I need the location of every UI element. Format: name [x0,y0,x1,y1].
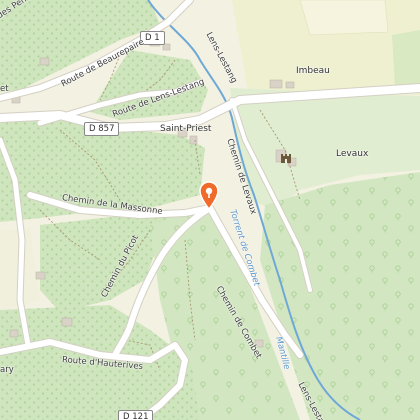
label-left-edge-bottom: ary [0,365,14,375]
place-imbeau: Imbeau [296,66,330,76]
road-shield-d121: D 121 [118,410,154,420]
field-ne [299,0,389,36]
field-east [392,30,420,90]
map-view[interactable]: D 1 D 857 D 121 des Pens et Route de Bea… [0,0,420,420]
location-pin-icon[interactable] [198,181,220,210]
road-shield-d857: D 857 [84,122,120,136]
place-levaux: Levaux [336,149,369,159]
label-left-edge-top: et [0,84,9,94]
place-saint-priest: Saint-Priest [160,124,212,134]
castle-icon[interactable] [279,150,293,164]
